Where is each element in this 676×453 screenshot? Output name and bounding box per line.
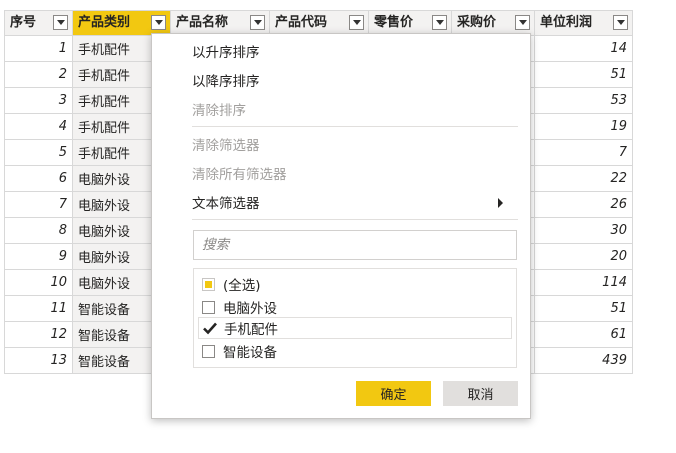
column-header-purchase-price[interactable]: 采购价 xyxy=(451,10,535,36)
profit-cell: 114 xyxy=(534,269,633,296)
option-label: 手机配件 xyxy=(224,322,278,338)
index-cell: 13 xyxy=(4,347,73,374)
chevron-down-icon xyxy=(56,20,65,25)
index-cell: 11 xyxy=(4,295,73,322)
index-cell: 5 xyxy=(4,139,73,166)
chevron-down-icon xyxy=(253,20,262,25)
profit-cell: 439 xyxy=(534,347,633,374)
menu-divider xyxy=(192,219,518,220)
chevron-right-icon xyxy=(498,198,503,208)
chevron-down-icon xyxy=(154,20,163,25)
option-label: 智能设备 xyxy=(223,345,277,361)
option-phone-accessories[interactable]: 手机配件 xyxy=(198,317,512,339)
option-label: 电脑外设 xyxy=(223,301,277,317)
column-header-product-code[interactable]: 产品代码 xyxy=(269,10,369,36)
index-cell: 4 xyxy=(4,113,73,140)
column-header-retail-price[interactable]: 零售价 xyxy=(368,10,452,36)
profit-cell: 51 xyxy=(534,61,633,88)
index-cell: 12 xyxy=(4,321,73,348)
option-smart-devices[interactable]: 智能设备 xyxy=(202,340,277,362)
profit-cell: 53 xyxy=(534,87,633,114)
ok-button[interactable]: 确定 xyxy=(356,381,431,406)
index-cell: 7 xyxy=(4,191,73,218)
filter-dropdown-menu: 以升序排序 以降序排序 清除排序 清除筛选器 清除所有筛选器 文本筛选器 (全选… xyxy=(151,33,531,419)
index-cell: 8 xyxy=(4,217,73,244)
option-label: (全选) xyxy=(223,278,261,294)
profit-cell: 14 xyxy=(534,35,633,62)
profit-cell: 7 xyxy=(534,139,633,166)
filter-dropdown-button[interactable] xyxy=(151,15,166,30)
clear-all-filters-item: 清除所有筛选器 xyxy=(192,167,287,183)
column-header-label: 产品类别 xyxy=(78,15,131,30)
column-header-unit-profit[interactable]: 单位利润 xyxy=(534,10,633,36)
clear-filter-item: 清除筛选器 xyxy=(192,138,260,154)
profit-cell: 19 xyxy=(534,113,633,140)
profit-cell: 61 xyxy=(534,321,633,348)
index-cell: 2 xyxy=(4,61,73,88)
profit-cell: 30 xyxy=(534,217,633,244)
option-computer-peripherals[interactable]: 电脑外设 xyxy=(202,296,277,318)
index-cell: 9 xyxy=(4,243,73,270)
checkmark-icon[interactable] xyxy=(203,322,217,335)
column-header-label: 零售价 xyxy=(374,15,414,30)
profit-cell: 20 xyxy=(534,243,633,270)
clear-sort-item: 清除排序 xyxy=(192,103,246,119)
chevron-down-icon xyxy=(352,20,361,25)
chevron-down-icon xyxy=(518,20,527,25)
chevron-down-icon xyxy=(616,20,625,25)
column-header-label: 单位利润 xyxy=(540,15,593,30)
chevron-down-icon xyxy=(435,20,444,25)
filter-dropdown-button[interactable] xyxy=(515,15,530,30)
menu-divider xyxy=(192,126,518,127)
profit-cell: 51 xyxy=(534,295,633,322)
checkbox-icon[interactable] xyxy=(202,300,215,314)
index-cell: 6 xyxy=(4,165,73,192)
search-input[interactable] xyxy=(193,230,517,260)
column-header-product-name[interactable]: 产品名称 xyxy=(170,10,270,36)
column-header-index[interactable]: 序号 xyxy=(4,10,73,36)
filter-options-list: (全选) 电脑外设 手机配件 智能设备 xyxy=(193,268,517,368)
index-cell: 3 xyxy=(4,87,73,114)
text-filter-item[interactable]: 文本筛选器 xyxy=(192,192,260,212)
checkbox-partial-icon[interactable] xyxy=(202,277,215,291)
filter-dropdown-button[interactable] xyxy=(53,15,68,30)
column-header-label: 产品代码 xyxy=(275,15,328,30)
filter-dropdown-button[interactable] xyxy=(613,15,628,30)
profit-cell: 22 xyxy=(534,165,633,192)
profit-cell: 26 xyxy=(534,191,633,218)
sort-descending-item[interactable]: 以降序排序 xyxy=(192,70,260,90)
column-header-label: 序号 xyxy=(10,15,37,30)
header-row: 序号 产品类别 产品名称 产品代码 零售价 采购价 单位利润 xyxy=(4,10,633,36)
column-header-category[interactable]: 产品类别 xyxy=(72,10,171,36)
filter-dropdown-button[interactable] xyxy=(432,15,447,30)
filter-dropdown-button[interactable] xyxy=(349,15,364,30)
option-select-all[interactable]: (全选) xyxy=(202,273,261,295)
sort-ascending-item[interactable]: 以升序排序 xyxy=(192,41,260,61)
filter-dropdown-button[interactable] xyxy=(250,15,265,30)
column-header-label: 产品名称 xyxy=(176,15,229,30)
column-header-label: 采购价 xyxy=(457,15,497,30)
cancel-button[interactable]: 取消 xyxy=(443,381,518,406)
index-cell: 10 xyxy=(4,269,73,296)
checkbox-icon[interactable] xyxy=(202,344,215,358)
index-cell: 1 xyxy=(4,35,73,62)
